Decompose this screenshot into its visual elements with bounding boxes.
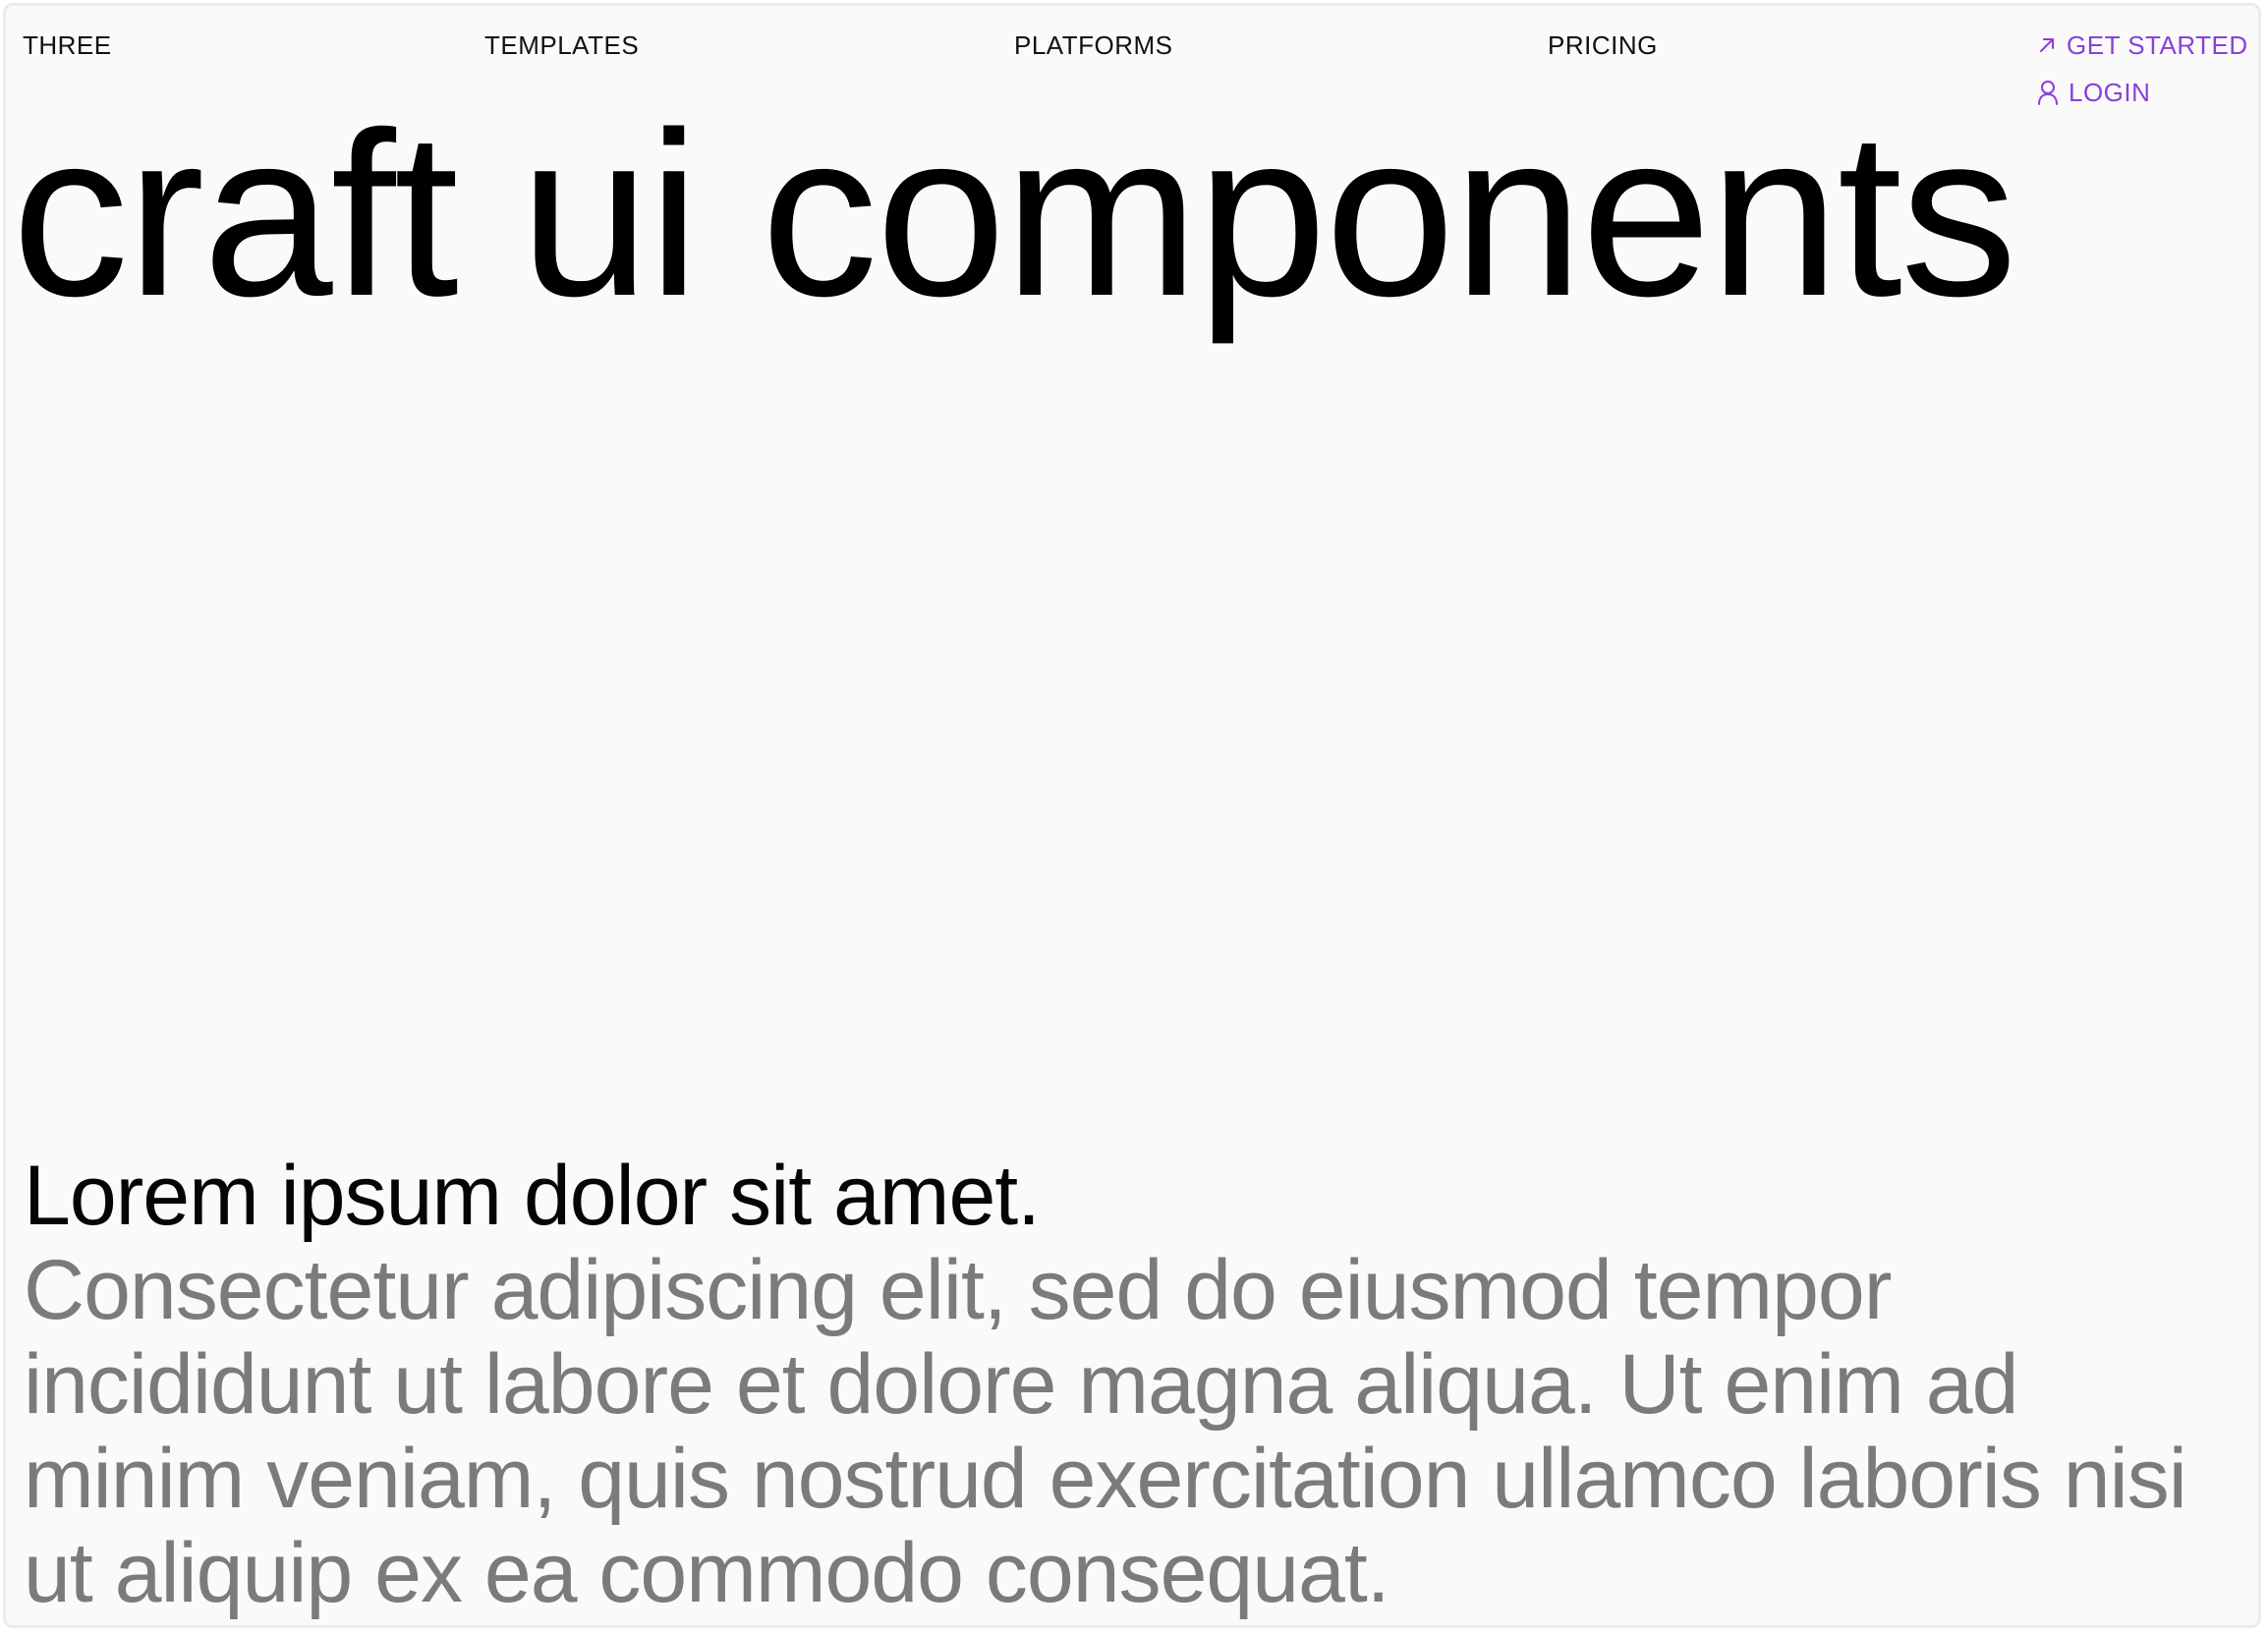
intro-copy: Lorem ipsum dolor sit amet. Consectetur … [24,1149,2244,1620]
nav-link-platforms[interactable]: PLATFORMS [1014,29,1172,61]
user-icon [2037,80,2059,105]
get-started-button[interactable]: GET STARTED [2037,29,2248,61]
nav-link-templates[interactable]: TEMPLATES [484,29,639,61]
hero-title: craft ui components [12,85,2017,345]
login-button[interactable]: LOGIN [2037,77,2150,108]
intro-body: Consectetur adipiscing elit, sed do eius… [24,1243,2187,1620]
get-started-label: GET STARTED [2067,30,2248,60]
page-frame: THREE TEMPLATES PLATFORMS PRICING GET ST… [3,3,2261,1628]
brand-link[interactable]: THREE [23,29,112,61]
login-label: LOGIN [2069,78,2151,107]
nav-link-pricing[interactable]: PRICING [1548,29,1658,61]
arrow-up-right-icon [2037,35,2057,55]
intro-lead: Lorem ipsum dolor sit amet. [24,1149,1041,1243]
